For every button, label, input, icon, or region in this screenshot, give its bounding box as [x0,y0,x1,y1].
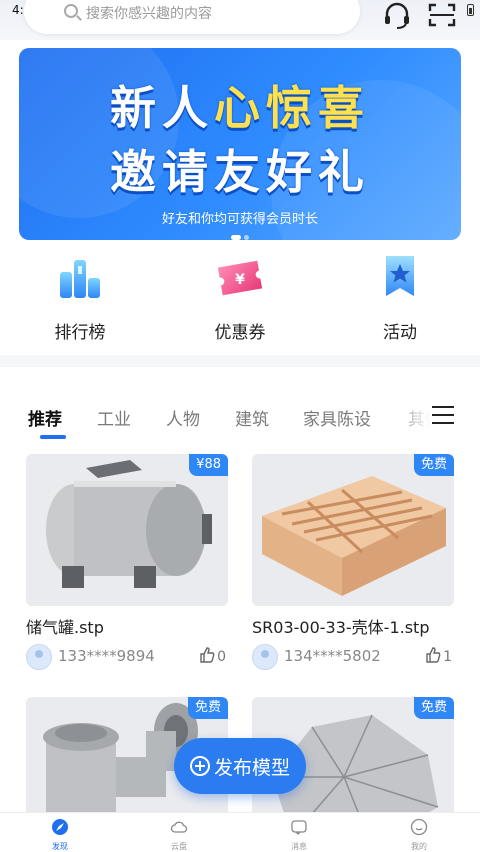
free-badge: 免费 [413,697,454,719]
carousel-indicator [231,225,252,240]
quick-entry-coupon[interactable]: ¥ 优惠券 [190,248,290,343]
housing-illustration [262,476,446,596]
nav-label: 消息 [291,842,307,851]
profile-icon [410,818,428,836]
like-count[interactable]: 0 [199,647,226,665]
activity-icon [386,256,414,296]
free-badge: 免费 [187,697,228,719]
model-thumbnail: ¥88 [26,454,228,606]
free-badge: 免费 [413,454,454,476]
coupon-icon: ¥ [217,260,263,296]
battery-icon [467,4,474,16]
model-card[interactable]: ¥88 储气罐.stp 133****9894 0 [26,454,228,670]
author-name[interactable]: 134****5802 [284,647,381,665]
tab-recommend[interactable]: 推荐 [28,405,62,430]
model-meta: 134****5802 1 [252,644,454,670]
nav-messages[interactable]: 消息 [269,816,329,852]
menu-icon[interactable] [432,406,454,426]
model-title: SR03-00-33-壳体-1.stp [252,618,430,637]
search-icon [64,4,78,18]
model-title: 储气罐.stp [26,618,104,637]
nav-label: 我的 [411,842,427,851]
nav-profile[interactable]: 我的 [389,816,449,852]
section-divider [0,355,480,367]
model-card[interactable]: 免费 SR03-00-33-壳体-1.stp 134****5802 1 [252,454,454,670]
plus-circle-icon [190,756,210,776]
scan-icon[interactable] [428,3,456,27]
promo-banner[interactable]: 新人心惊喜 邀请友好礼 好友和你均可获得会员时长 [19,48,461,240]
category-tabs: 推荐 工业 人物 建筑 家具陈设 其他 [0,405,480,441]
message-icon [291,820,307,835]
like-number: 0 [217,649,226,665]
publish-model-button[interactable]: 发布模型 [174,738,306,794]
thumbs-up-icon [426,647,441,663]
tab-furniture[interactable]: 家具陈设 [303,405,371,430]
author-name[interactable]: 133****9894 [58,647,155,665]
banner-title-line1-a: 新人 [110,81,214,135]
cloud-icon [170,821,188,833]
nav-label: 发现 [52,842,68,851]
ranking-icon [60,260,100,298]
banner-title-line1-b: 心惊喜 [214,81,370,135]
banner-title-line2: 邀请友好礼 [110,145,370,199]
quick-entry-label: 排行榜 [54,323,106,343]
like-count[interactable]: 1 [425,647,452,665]
avatar[interactable] [26,644,52,670]
quick-entry-label: 优惠券 [214,323,266,343]
discover-icon [52,819,68,835]
quick-entry-activity[interactable]: 活动 [350,248,450,343]
model-meta: 133****9894 0 [26,644,228,670]
customer-service-icon[interactable] [382,2,412,30]
nav-cloud[interactable]: 云盘 [149,816,209,852]
avatar[interactable] [252,644,278,670]
bottom-nav: 发现 云盘 消息 我的 [0,812,480,852]
nav-label: 云盘 [171,842,187,851]
thumbs-up-icon [200,647,215,663]
tank-illustration [46,460,212,588]
search-bar[interactable]: 搜索你感兴趣的内容 [24,0,360,34]
quick-entries: 排行榜 ¥ 优惠券 活动 [0,248,480,348]
tab-industry[interactable]: 工业 [97,405,131,430]
publish-label: 发布模型 [214,757,291,779]
tab-people[interactable]: 人物 [166,405,200,430]
search-placeholder: 搜索你感兴趣的内容 [86,6,212,22]
quick-entry-ranking[interactable]: 排行榜 [30,248,130,343]
model-thumbnail: 免费 [252,454,454,606]
active-tab-indicator [40,435,66,439]
banner-title-line1: 新人心惊喜 [19,72,461,138]
like-number: 1 [443,649,452,665]
quick-entry-label: 活动 [383,323,417,343]
nav-discover[interactable]: 发现 [30,816,90,852]
tab-architecture[interactable]: 建筑 [235,405,269,430]
price-badge: ¥88 [189,454,228,476]
svg-text:¥: ¥ [235,272,245,288]
